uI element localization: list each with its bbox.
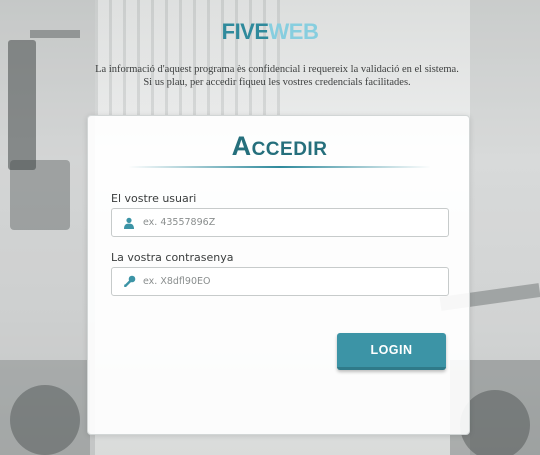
key-icon <box>121 274 137 290</box>
login-button[interactable]: LOGIN <box>337 333 446 370</box>
username-label: El vostre usuari <box>111 192 197 205</box>
brand-logo-part2: WEB <box>268 19 319 44</box>
brand-logo: FIVEWEB <box>0 19 540 45</box>
user-icon <box>121 215 137 231</box>
confidentiality-notice: La informació d'aquest programa ès confi… <box>0 63 540 89</box>
login-title: Accedir <box>231 131 328 161</box>
notice-line-1: La informació d'aquest programa ès confi… <box>95 64 459 75</box>
login-card: Accedir El vostre usuari La vostra contr… <box>87 115 470 435</box>
password-field[interactable] <box>111 267 449 296</box>
password-input[interactable] <box>143 268 448 295</box>
username-field[interactable] <box>111 208 449 237</box>
password-label: La vostra contrasenya <box>111 251 234 264</box>
title-divider <box>128 166 431 168</box>
username-input[interactable] <box>143 209 448 236</box>
notice-line-2: Si us plau, per accedir fiqueu les vostr… <box>143 77 411 88</box>
brand-logo-part1: FIVE <box>221 19 269 44</box>
